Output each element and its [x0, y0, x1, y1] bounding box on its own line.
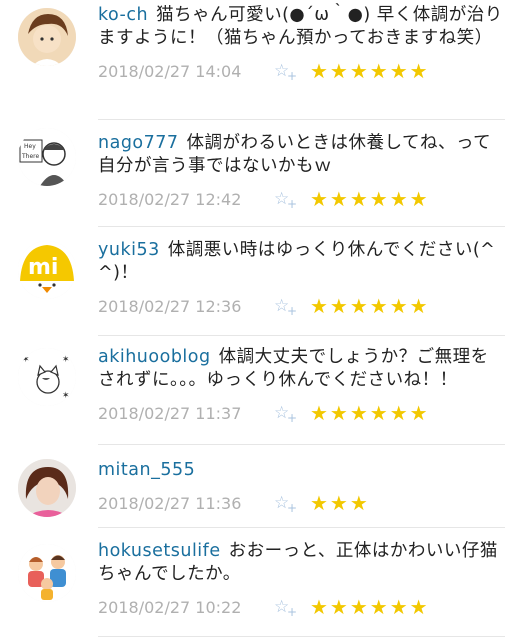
star-rating[interactable]: ★★★ [310, 492, 370, 514]
avatar-image: mi [18, 241, 76, 299]
star-plus-icon[interactable]: ☆ + [274, 296, 300, 318]
username-link[interactable]: mitan_555 [98, 460, 195, 480]
comment-meta: 2018/02/27 12:36 ☆ + ★★★★★★ [98, 295, 503, 318]
comment-body: mitan_555 2018/02/27 11:36 ☆ + ★★★ [98, 459, 503, 515]
comment-body: akihuooblog 体調大丈夫でしょうか？ご無理をされずに。。。ゆっくり休んで… [98, 346, 503, 425]
svg-text:mi: mi [28, 255, 58, 280]
comment-meta: 2018/02/27 11:36 ☆ + ★★★ [98, 492, 503, 515]
avatar-image [18, 8, 76, 66]
comment-text-line: nago777 体調がわるいときは休養してね、って自分が言う事ではないかもｗ [98, 132, 503, 178]
avatar-image: Hey There [18, 128, 76, 186]
star-plus-icon[interactable]: ☆ + [274, 597, 300, 619]
star-rating[interactable]: ★★★★★★ [310, 402, 430, 424]
avatar[interactable]: mi [18, 241, 76, 299]
divider [98, 444, 505, 445]
divider [98, 636, 505, 637]
avatar-image: ✶ ✶ ✶ [18, 348, 76, 406]
timestamp[interactable]: 2018/02/27 10:22 [98, 598, 274, 617]
username-link[interactable]: hokusetsulife [98, 541, 221, 561]
avatar[interactable] [18, 459, 76, 517]
username-link[interactable]: nago777 [98, 133, 179, 153]
username-link[interactable]: akihuooblog [98, 347, 211, 367]
svg-text:✶: ✶ [22, 355, 30, 365]
avatar[interactable]: Hey There [18, 128, 76, 186]
avatar-image [18, 544, 76, 602]
svg-text:✶: ✶ [62, 355, 70, 365]
timestamp[interactable]: 2018/02/27 12:36 [98, 297, 274, 316]
divider [98, 335, 505, 336]
star-rating[interactable]: ★★★★★★ [310, 188, 430, 210]
star-rating[interactable]: ★★★★★★ [310, 60, 430, 82]
comment-body: yuki53 体調悪い時はゆっくり休んでください(^^)！ 2018/02/27 … [98, 239, 503, 318]
comment-meta: 2018/02/27 12:42 ☆ + ★★★★★★ [98, 188, 503, 211]
star-rating[interactable]: ★★★★★★ [310, 295, 430, 317]
username-link[interactable]: yuki53 [98, 240, 160, 260]
comment-meta: 2018/02/27 14:04 ☆ + ★★★★★★ [98, 60, 503, 83]
svg-text:There: There [21, 153, 39, 160]
star-plus-icon[interactable]: ☆ + [274, 493, 300, 515]
comment-body: hokusetsulife おおーっと、正体はかわいい仔猫ちゃんでしたか。 201… [98, 540, 503, 619]
avatar[interactable] [18, 544, 76, 602]
timestamp[interactable]: 2018/02/27 11:36 [98, 494, 274, 513]
star-plus-icon[interactable]: ☆ + [274, 61, 300, 83]
comment-text: 猫ちゃん可愛い(●´ω｀●) 早く体調が治りますように！（猫ちゃん預かっておきま… [98, 5, 503, 48]
divider [98, 119, 505, 120]
comment-body: ko-ch 猫ちゃん可愛い(●´ω｀●) 早く体調が治りますように！（猫ちゃん預か… [98, 4, 503, 83]
comment-text-line: ko-ch 猫ちゃん可愛い(●´ω｀●) 早く体調が治りますように！（猫ちゃん預か… [98, 4, 503, 50]
comment-list: ko-ch 猫ちゃん可愛い(●´ω｀●) 早く体調が治りますように！（猫ちゃん預か… [0, 0, 515, 640]
comment-text-line: hokusetsulife おおーっと、正体はかわいい仔猫ちゃんでしたか。 [98, 540, 503, 586]
divider [98, 527, 505, 528]
timestamp[interactable]: 2018/02/27 12:42 [98, 190, 274, 209]
comment-meta: 2018/02/27 11:37 ☆ + ★★★★★★ [98, 402, 503, 425]
avatar[interactable]: ✶ ✶ ✶ [18, 348, 76, 406]
comment-text-line: akihuooblog 体調大丈夫でしょうか？ご無理をされずに。。。ゆっくり休んで… [98, 346, 503, 392]
avatar[interactable] [18, 8, 76, 66]
username-link[interactable]: ko-ch [98, 5, 148, 25]
avatar-image [18, 459, 76, 517]
comment-text-line: mitan_555 [98, 459, 503, 482]
svg-text:✶: ✶ [62, 391, 70, 401]
divider [98, 226, 505, 227]
star-plus-icon[interactable]: ☆ + [274, 189, 300, 211]
star-plus-icon[interactable]: ☆ + [274, 403, 300, 425]
timestamp[interactable]: 2018/02/27 14:04 [98, 62, 274, 81]
svg-text:Hey: Hey [24, 143, 36, 150]
comment-body: nago777 体調がわるいときは休養してね、って自分が言う事ではないかもｗ 20… [98, 132, 503, 211]
comment-meta: 2018/02/27 10:22 ☆ + ★★★★★★ [98, 596, 503, 619]
comment-text-line: yuki53 体調悪い時はゆっくり休んでください(^^)！ [98, 239, 503, 285]
star-rating[interactable]: ★★★★★★ [310, 596, 430, 618]
timestamp[interactable]: 2018/02/27 11:37 [98, 404, 274, 423]
